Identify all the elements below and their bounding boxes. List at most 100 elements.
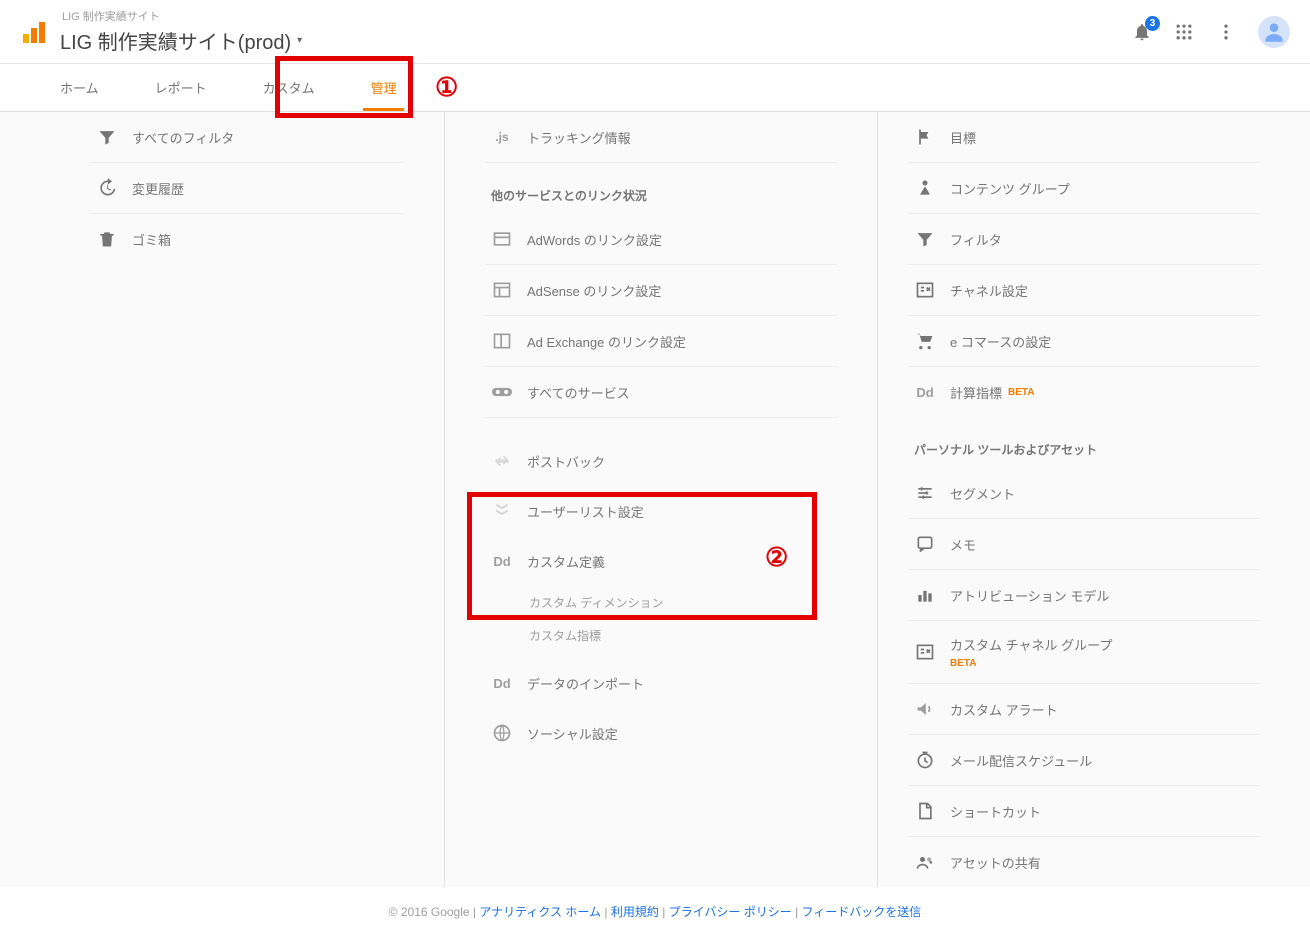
linking-section-header: 他のサービスとのリンク状況 bbox=[485, 163, 837, 214]
custom-metric-link[interactable]: カスタム指標 bbox=[485, 619, 837, 652]
js-icon: .js bbox=[491, 126, 513, 148]
adwords-icon bbox=[491, 228, 513, 250]
cart-icon bbox=[914, 330, 936, 352]
adexchange-link[interactable]: Ad Exchange のリンク設定 bbox=[485, 316, 837, 367]
view-filter-label: フィルタ bbox=[950, 230, 1002, 249]
postback-link[interactable]: ポストバック bbox=[485, 436, 837, 486]
userlist-link[interactable]: ユーザーリスト設定 bbox=[485, 486, 837, 536]
megaphone-icon bbox=[914, 698, 936, 720]
page-footer: © 2016 Google | アナリティクス ホーム | 利用規約 | プライ… bbox=[0, 887, 1310, 926]
segment-icon bbox=[914, 482, 936, 504]
property-column: .js トラッキング情報 他のサービスとのリンク状況 AdWords のリンク設… bbox=[445, 112, 878, 887]
asset-share-link[interactable]: アセットの共有 bbox=[908, 837, 1260, 887]
tab-report[interactable]: レポート bbox=[127, 63, 235, 111]
data-import-link[interactable]: Dd データのインポート bbox=[485, 658, 837, 708]
all-services-link[interactable]: すべてのサービス bbox=[485, 367, 837, 418]
dd-icon: Dd bbox=[491, 550, 513, 572]
history-icon bbox=[96, 177, 118, 199]
change-history-link[interactable]: 変更履歴 bbox=[90, 163, 404, 214]
globe-icon bbox=[491, 722, 513, 744]
content-group-link[interactable]: コンテンツ グループ bbox=[908, 163, 1260, 214]
channel-settings-label: チャネル設定 bbox=[950, 281, 1028, 300]
attribution-icon bbox=[914, 584, 936, 606]
annotation-number-2: ② bbox=[765, 542, 788, 573]
social-settings-link[interactable]: ソーシャル設定 bbox=[485, 708, 837, 758]
trash-link[interactable]: ゴミ箱 bbox=[90, 214, 404, 264]
shortcut-link[interactable]: ショートカット bbox=[908, 786, 1260, 837]
beta-tag-1: BETA bbox=[1008, 387, 1034, 398]
custom-channel-link[interactable]: カスタム チャネル グループ BETA bbox=[908, 621, 1260, 684]
all-filters-label: すべてのフィルタ bbox=[132, 128, 234, 147]
content-group-label: コンテンツ グループ bbox=[950, 179, 1070, 198]
admin-columns: すべてのフィルタ 変更履歴 ゴミ箱 .js トラッキング情報 他のサービスとのリ… bbox=[0, 112, 1310, 887]
mail-schedule-link[interactable]: メール配信スケジュール bbox=[908, 735, 1260, 786]
annotation-number-1: ① bbox=[435, 72, 458, 103]
all-filters-link[interactable]: すべてのフィルタ bbox=[90, 112, 404, 163]
ecommerce-link[interactable]: e コマースの設定 bbox=[908, 316, 1260, 367]
adexchange-icon bbox=[491, 330, 513, 352]
custom-channel-label: カスタム チャネル グループ bbox=[950, 638, 1112, 653]
tab-home[interactable]: ホーム bbox=[32, 63, 127, 111]
userlist-label: ユーザーリスト設定 bbox=[527, 502, 644, 521]
view-selector[interactable]: LIG 制作実績サイト(prod) ▾ bbox=[60, 26, 302, 55]
filter-icon-2 bbox=[914, 228, 936, 250]
custom-dimension-link[interactable]: カスタム ディメンション bbox=[485, 586, 837, 619]
channel-icon bbox=[914, 279, 936, 301]
tab-custom[interactable]: カスタム bbox=[235, 63, 343, 111]
custom-alert-label: カスタム アラート bbox=[950, 700, 1058, 719]
mail-schedule-label: メール配信スケジュール bbox=[950, 751, 1092, 770]
footer-link-feedback[interactable]: フィードバックを送信 bbox=[802, 905, 922, 919]
link-icon bbox=[491, 381, 513, 403]
channel-settings-link[interactable]: チャネル設定 bbox=[908, 265, 1260, 316]
content-group-icon bbox=[914, 177, 936, 199]
dd-icon-2: Dd bbox=[491, 672, 513, 694]
adwords-link[interactable]: AdWords のリンク設定 bbox=[485, 214, 837, 265]
dd-icon-3: Dd bbox=[914, 381, 936, 403]
footer-copyright: © 2016 Google bbox=[389, 905, 470, 919]
attribution-label: アトリビューション モデル bbox=[950, 586, 1109, 605]
custom-def-label: カスタム定義 bbox=[527, 552, 605, 571]
footer-link-home[interactable]: アナリティクス ホーム bbox=[479, 905, 601, 919]
clock-icon bbox=[914, 749, 936, 771]
calc-metric-link[interactable]: Dd 計算指標 BETA bbox=[908, 367, 1260, 417]
tracking-info-link[interactable]: .js トラッキング情報 bbox=[485, 112, 837, 163]
postback-label: ポストバック bbox=[527, 452, 605, 471]
personal-section-header: パーソナル ツールおよびアセット bbox=[908, 417, 1260, 468]
trash-icon bbox=[96, 228, 118, 250]
memo-link[interactable]: メモ bbox=[908, 519, 1260, 570]
memo-icon bbox=[914, 533, 936, 555]
trash-label: ゴミ箱 bbox=[132, 230, 171, 249]
main-nav: ホーム レポート カスタム 管理 ① bbox=[0, 64, 1310, 112]
data-import-label: データのインポート bbox=[527, 674, 644, 693]
footer-link-terms[interactable]: 利用規約 bbox=[611, 905, 659, 919]
apps-button[interactable] bbox=[1174, 22, 1194, 42]
account-avatar[interactable] bbox=[1258, 16, 1290, 48]
ecommerce-label: e コマースの設定 bbox=[950, 332, 1051, 351]
view-filter-link[interactable]: フィルタ bbox=[908, 214, 1260, 265]
document-icon bbox=[914, 800, 936, 822]
notifications-button[interactable]: 3 bbox=[1132, 22, 1152, 42]
filter-icon bbox=[96, 126, 118, 148]
ga-logo-icon bbox=[20, 18, 48, 46]
footer-link-privacy[interactable]: プライバシー ポリシー bbox=[669, 905, 792, 919]
tracking-info-label: トラッキング情報 bbox=[527, 128, 631, 147]
tab-admin[interactable]: 管理 bbox=[343, 63, 425, 111]
notif-badge: 3 bbox=[1145, 16, 1160, 31]
view-column: 目標 コンテンツ グループ フィルタ チャネル設定 e コマースの設定 bbox=[878, 112, 1310, 887]
goals-label: 目標 bbox=[950, 128, 976, 147]
goals-link[interactable]: 目標 bbox=[908, 112, 1260, 163]
view-title: LIG 制作実績サイト(prod) bbox=[60, 26, 291, 55]
memo-label: メモ bbox=[950, 535, 976, 554]
beta-tag-2: BETA bbox=[950, 658, 976, 669]
segment-link[interactable]: セグメント bbox=[908, 468, 1260, 519]
adexchange-label: Ad Exchange のリンク設定 bbox=[527, 332, 686, 351]
attribution-link[interactable]: アトリビューション モデル bbox=[908, 570, 1260, 621]
custom-channel-icon bbox=[914, 641, 936, 663]
more-menu-button[interactable] bbox=[1216, 22, 1236, 42]
adsense-link[interactable]: AdSense のリンク設定 bbox=[485, 265, 837, 316]
custom-alert-link[interactable]: カスタム アラート bbox=[908, 684, 1260, 735]
app-header: LIG 制作実績サイト LIG 制作実績サイト(prod) ▾ 3 bbox=[0, 0, 1310, 64]
postback-icon bbox=[491, 450, 513, 472]
asset-share-label: アセットの共有 bbox=[950, 853, 1041, 872]
all-services-label: すべてのサービス bbox=[527, 383, 630, 402]
